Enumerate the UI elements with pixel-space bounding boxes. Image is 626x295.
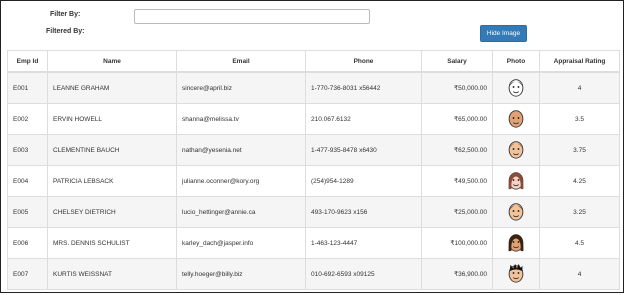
table-row: E002 ERVIN HOWELL shanna@melissa.tv 210.067… [7, 103, 620, 135]
appraisal-rating-cell: 3.75 [539, 134, 620, 166]
photo-cell [492, 258, 540, 290]
avatar-woman-dark-hair-icon [498, 230, 534, 256]
col-header-phone[interactable]: Phone [305, 50, 422, 73]
phone-cell: 1-463-123-4447 [305, 227, 422, 259]
col-header-photo[interactable]: Photo [492, 50, 540, 73]
table-row: E005 CHELSEY DIETRICH lucio_hettinger@anni… [7, 196, 620, 228]
avatar-male-cartoon-icon [498, 75, 534, 101]
salary-cell: ₹36,900.00 [421, 258, 493, 290]
table-row: E006 MRS. DENNIS SCHULIST karley_dach@jasp… [7, 227, 620, 259]
emp-id-cell: E002 [7, 103, 48, 135]
phone-cell: 1-770-736-8031 x56442 [305, 71, 422, 104]
emp-id-cell: E006 [7, 227, 48, 259]
name-cell: MRS. DENNIS SCHULIST [47, 227, 177, 259]
employee-table: Emp Id Name Email Phone Salary Photo App… [7, 50, 620, 290]
appraisal-rating-cell: 4 [539, 258, 620, 290]
phone-cell: (254)954-1289 [305, 165, 422, 197]
appraisal-rating-cell: 4 [539, 71, 620, 104]
col-header-name[interactable]: Name [47, 50, 177, 73]
filter-by-label: Filter By: [50, 11, 81, 18]
phone-cell: 210.067.6132 [305, 103, 422, 135]
col-header-email[interactable]: Email [176, 50, 306, 73]
table-body: E001 LEANNE GRAHAM sincere@april.biz 1-770-… [7, 71, 620, 290]
photo-cell [492, 227, 540, 259]
appraisal-rating-cell: 3.5 [539, 103, 620, 135]
photo-cell [492, 71, 540, 104]
appraisal-rating-cell: 4.5 [539, 227, 620, 259]
salary-cell: ₹65,000.00 [421, 103, 493, 135]
photo-cell [492, 196, 540, 228]
name-cell: LEANNE GRAHAM [47, 71, 177, 104]
salary-cell: ₹25,000.00 [421, 196, 493, 228]
col-header-appraisal-rating[interactable]: Appraisal Rating [539, 50, 620, 73]
avatar-spiky-hair-man-icon [498, 261, 534, 287]
table-row: E007 KURTIS WEISSNAT telly.hoeger@billy.bi… [7, 258, 620, 290]
emp-id-cell: E003 [7, 134, 48, 166]
salary-cell: ₹50,000.00 [421, 71, 493, 104]
email-cell: telly.hoeger@billy.biz [176, 258, 306, 290]
phone-cell: 1-477-935-8478 x6430 [305, 134, 422, 166]
emp-id-cell: E004 [7, 165, 48, 197]
table-row: E004 PATRICIA LEBSACK julianne.oconner@kor… [7, 165, 620, 197]
email-cell: karley_dach@jasper.info [176, 227, 306, 259]
salary-cell: ₹100,000.00 [421, 227, 493, 259]
photo-cell [492, 134, 540, 166]
phone-cell: 493-170-9623 x156 [305, 196, 422, 228]
emp-id-cell: E005 [7, 196, 48, 228]
email-cell: julianne.oconner@kory.org [176, 165, 306, 197]
email-cell: nathan@yesenia.net [176, 134, 306, 166]
table-row: E003 CLEMENTINE BAUCH nathan@yesenia.net 1-… [7, 134, 620, 166]
avatar-bald-man-icon [498, 106, 534, 132]
table-header-row: Emp Id Name Email Phone Salary Photo App… [7, 50, 620, 73]
salary-cell: ₹62,500.00 [421, 134, 493, 166]
app-frame: Filter By: Filtered By: Hide Image Emp I… [0, 0, 624, 293]
hide-image-button[interactable]: Hide Image [480, 25, 527, 42]
name-cell: PATRICIA LEBSACK [47, 165, 177, 197]
avatar-man-icon [498, 137, 534, 163]
avatar-man-dark-hair-icon [498, 199, 534, 225]
table-row: E001 LEANNE GRAHAM sincere@april.biz 1-770-… [7, 71, 620, 104]
filtered-by-label: Filtered By: [46, 28, 85, 35]
appraisal-rating-cell: 3.25 [539, 196, 620, 228]
col-header-emp-id[interactable]: Emp Id [7, 50, 48, 73]
name-cell: CLEMENTINE BAUCH [47, 134, 177, 166]
emp-id-cell: E007 [7, 258, 48, 290]
avatar-woman-icon [498, 168, 534, 194]
email-cell: shanna@melissa.tv [176, 103, 306, 135]
photo-cell [492, 165, 540, 197]
email-cell: lucio_hettinger@annie.ca [176, 196, 306, 228]
name-cell: ERVIN HOWELL [47, 103, 177, 135]
name-cell: CHELSEY DIETRICH [47, 196, 177, 228]
filter-input[interactable] [134, 9, 370, 24]
col-header-salary[interactable]: Salary [421, 50, 493, 73]
name-cell: KURTIS WEISSNAT [47, 258, 177, 290]
phone-cell: 010-692-6593 x09125 [305, 258, 422, 290]
salary-cell: ₹49,500.00 [421, 165, 493, 197]
email-cell: sincere@april.biz [176, 71, 306, 104]
photo-cell [492, 103, 540, 135]
emp-id-cell: E001 [7, 71, 48, 104]
appraisal-rating-cell: 4.25 [539, 165, 620, 197]
